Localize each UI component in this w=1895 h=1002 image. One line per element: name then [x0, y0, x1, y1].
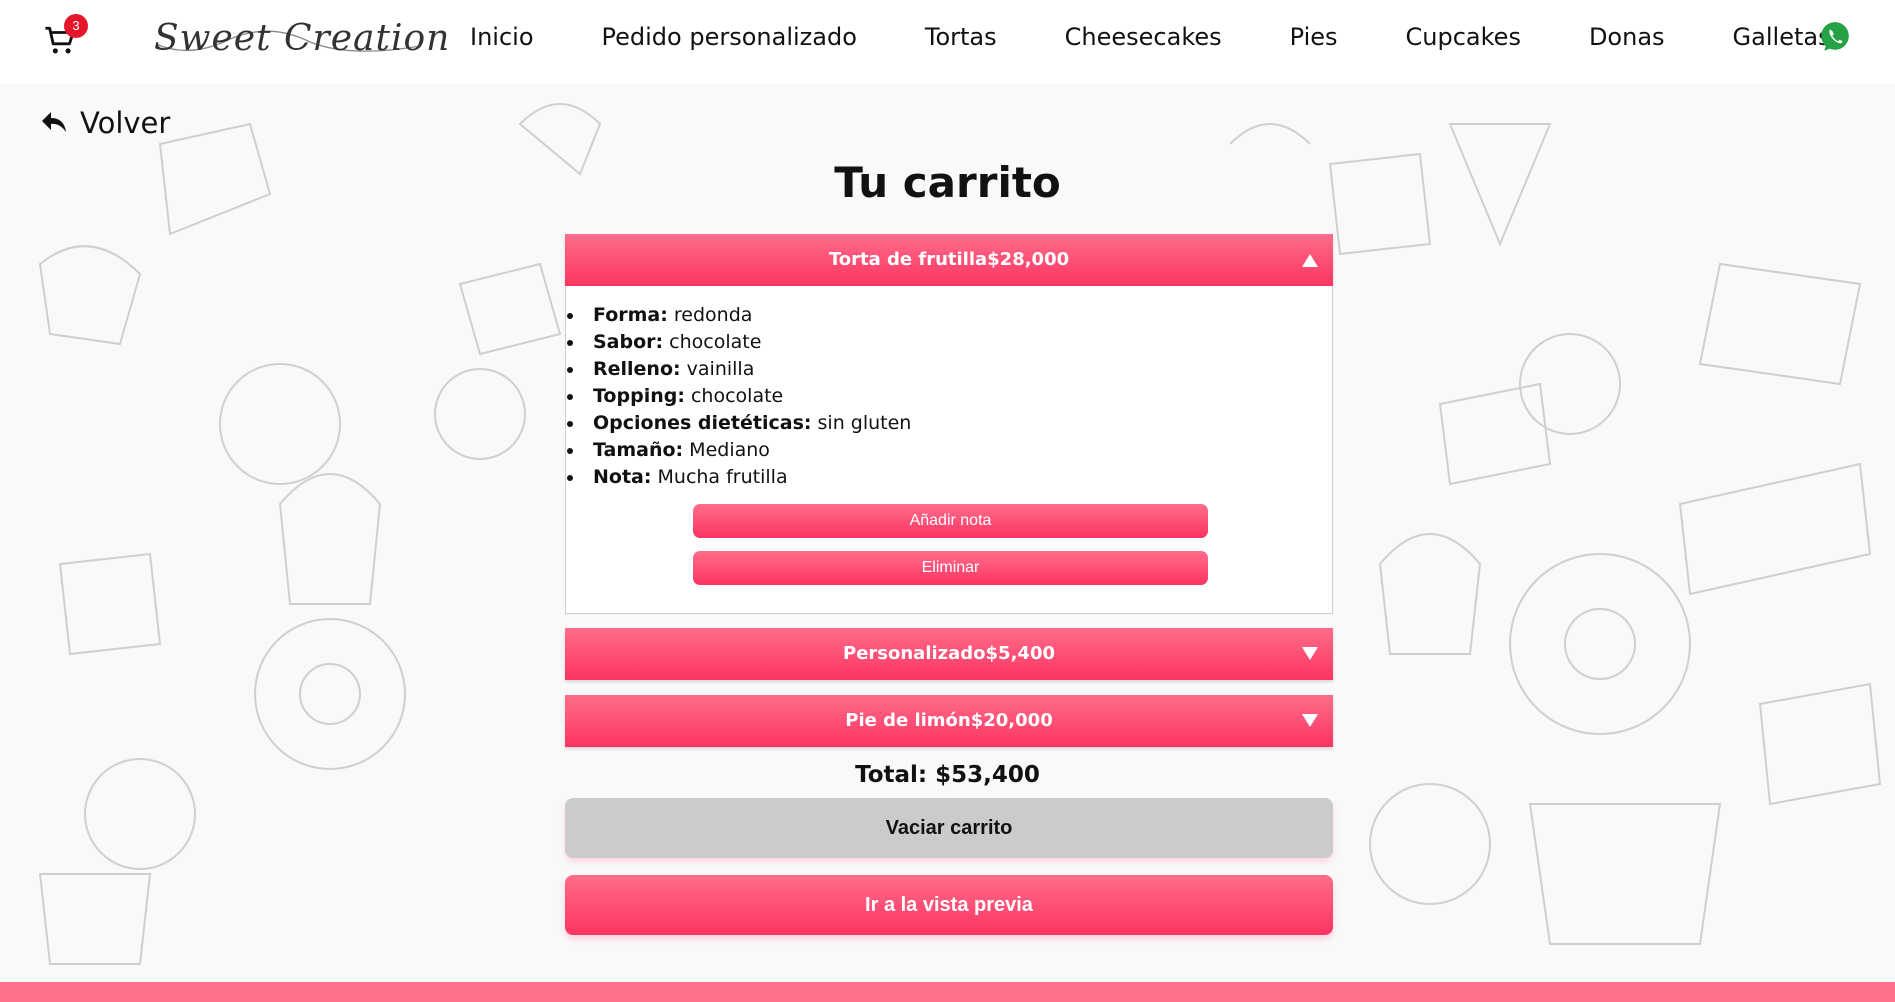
- nav-pedido-personalizado[interactable]: Pedido personalizado: [602, 23, 857, 51]
- logo[interactable]: Sweet Creation: [150, 14, 449, 64]
- back-arrow-icon: [42, 112, 66, 132]
- chevron-down-icon: [1302, 714, 1318, 727]
- empty-cart-button[interactable]: Vaciar carrito: [565, 798, 1333, 858]
- cart-item-title: Torta de frutilla$28,000: [828, 249, 1070, 270]
- cart-item-1: Torta de frutilla$28,000 Forma: redonda …: [565, 234, 1333, 614]
- detail-relleno: Relleno: vainilla: [567, 356, 911, 383]
- cart-item-header[interactable]: Torta de frutilla$28,000: [565, 234, 1333, 286]
- whatsapp-icon: [1821, 22, 1849, 51]
- detail-tamano: Tamaño: Mediano: [567, 437, 911, 464]
- cart-item-header[interactable]: Personalizado$5,400: [565, 628, 1333, 680]
- detail-nota: Nota: Mucha frutilla: [567, 464, 911, 491]
- preview-button[interactable]: Ir a la vista previa: [565, 875, 1333, 935]
- main-nav: Inicio Pedido personalizado Tortas Chees…: [470, 0, 1831, 74]
- add-note-button[interactable]: Añadir nota: [693, 504, 1208, 538]
- nav-cupcakes[interactable]: Cupcakes: [1406, 23, 1521, 51]
- back-link[interactable]: Volver: [40, 106, 170, 140]
- delete-item-button[interactable]: Eliminar: [693, 551, 1208, 585]
- nav-pies[interactable]: Pies: [1290, 23, 1338, 51]
- page-title: Tu carrito: [834, 158, 1061, 207]
- top-navbar: 3 Sweet Creation Inicio Pedido personali…: [0, 0, 1895, 84]
- nav-tortas[interactable]: Tortas: [925, 23, 997, 51]
- cart-item-2: Personalizado$5,400: [565, 628, 1333, 680]
- detail-topping: Topping: chocolate: [567, 383, 911, 410]
- nav-inicio[interactable]: Inicio: [470, 23, 534, 51]
- nav-galletas[interactable]: Galletas: [1733, 23, 1831, 51]
- cart-item-header[interactable]: Pie de limón$20,000: [565, 695, 1333, 747]
- back-label: Volver: [80, 106, 171, 140]
- chevron-down-icon: [1302, 647, 1318, 660]
- detail-list: Forma: redonda Sabor: chocolate Relleno:…: [581, 302, 911, 491]
- cart-button[interactable]: 3: [44, 14, 88, 58]
- nav-cheesecakes[interactable]: Cheesecakes: [1065, 23, 1222, 51]
- cart-item-3: Pie de limón$20,000: [565, 695, 1333, 747]
- whatsapp-button[interactable]: [1818, 20, 1852, 54]
- detail-sabor: Sabor: chocolate: [567, 329, 911, 356]
- footer-bar: [0, 982, 1895, 1002]
- cart-item-details: Forma: redonda Sabor: chocolate Relleno:…: [565, 286, 1333, 614]
- cart-item-title: Pie de limón$20,000: [845, 710, 1053, 731]
- nav-donas[interactable]: Donas: [1589, 23, 1665, 51]
- chevron-up-icon: [1302, 254, 1318, 267]
- cart-total: Total: $53,400: [855, 762, 1040, 788]
- detail-opciones-dieteticas: Opciones dietéticas: sin gluten: [567, 410, 911, 437]
- detail-forma: Forma: redonda: [567, 302, 911, 329]
- logo-text: Sweet Creation: [154, 18, 451, 59]
- cart-count-badge: 3: [64, 14, 88, 38]
- cart-item-title: Personalizado$5,400: [843, 643, 1055, 664]
